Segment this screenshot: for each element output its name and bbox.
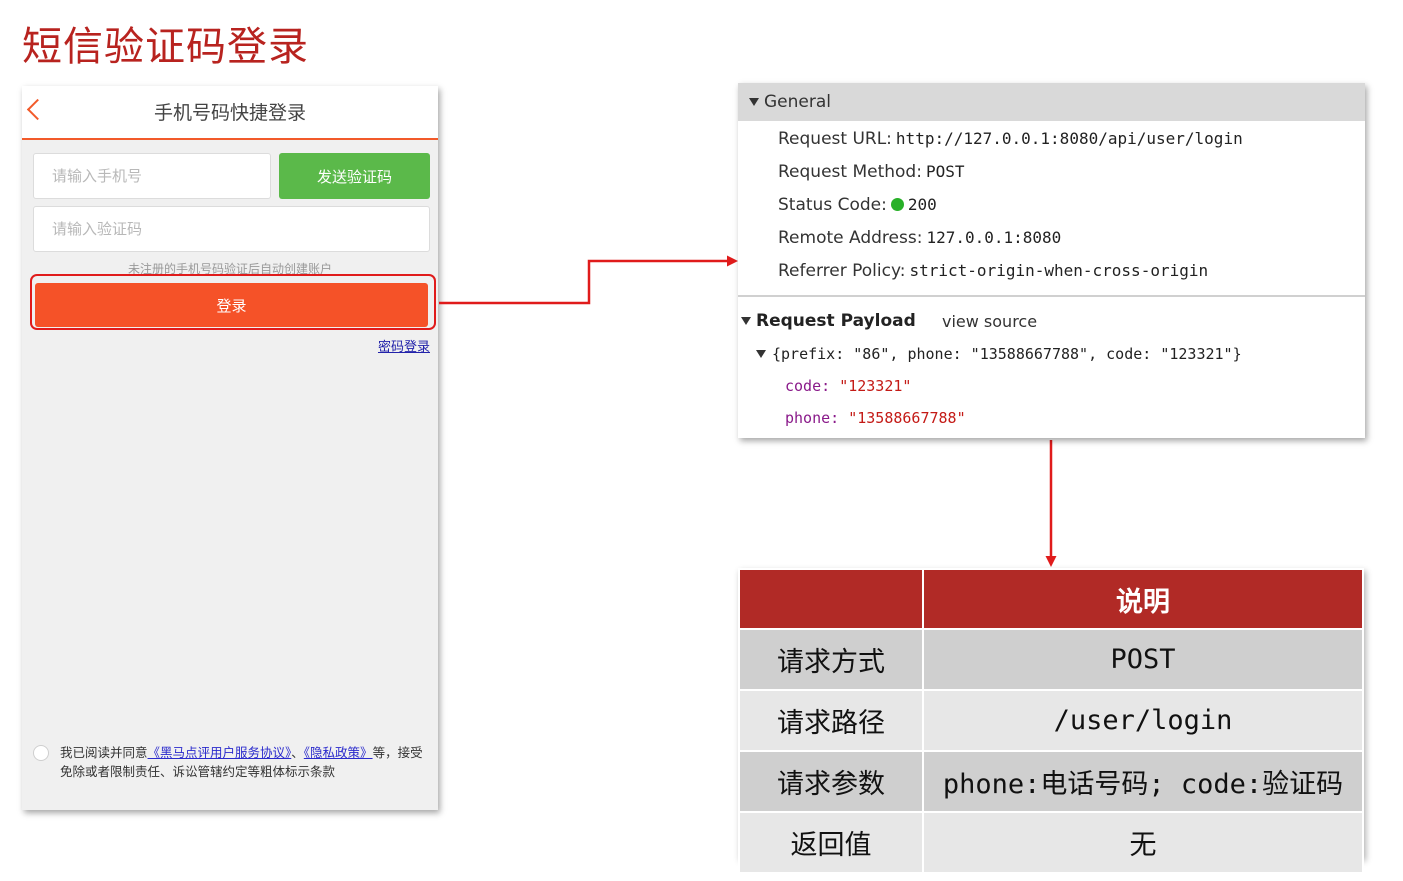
- json-collapse-triangle-icon[interactable]: [756, 350, 766, 358]
- table-row-label: 返回值: [738, 811, 924, 874]
- table-row-label: 请求路径: [738, 689, 924, 752]
- status-code-value: 200: [907, 195, 937, 214]
- table-row: 请求参数 phone:电话号码; code:验证码: [738, 750, 1364, 813]
- table-row-label: 请求参数: [738, 750, 924, 813]
- table-row-label: 请求方式: [738, 628, 924, 691]
- request-payload-label: Request Payload: [756, 311, 916, 331]
- payload-json-summary: {prefix: "86", phone: "13588667788", cod…: [772, 345, 1242, 363]
- login-to-request-arrowhead: [727, 255, 738, 267]
- table-header-blank: [738, 568, 924, 630]
- referrer-policy-key: Referrer Policy:: [778, 261, 906, 281]
- remote-address-value: 127.0.0.1:8080: [926, 228, 1062, 247]
- table-header-description: 说明: [922, 568, 1364, 630]
- payload-code-value: "123321": [839, 377, 912, 395]
- status-code-key: Status Code:: [778, 195, 887, 215]
- payload-code-key: code:: [785, 377, 831, 395]
- payload-field-phone: phone: "13588667788": [785, 409, 966, 427]
- remote-address-key: Remote Address:: [778, 228, 923, 248]
- payload-phone-value: "13588667788": [848, 409, 966, 427]
- payload-collapse-triangle-icon[interactable]: [741, 317, 751, 325]
- section-divider: [738, 295, 1365, 297]
- request-to-table-arrowhead: [1045, 556, 1057, 567]
- api-explanation-table: 说明 请求方式 POST 请求路径 /user/login 请求参数 phone…: [738, 568, 1364, 874]
- referrer-policy-row: Referrer Policy: strict-origin-when-cross…: [778, 261, 1208, 281]
- request-url-row: Request URL: http://127.0.0.1:8080/api/us…: [778, 129, 1243, 149]
- payload-field-code: code: "123321": [785, 377, 911, 395]
- referrer-policy-value: strict-origin-when-cross-origin: [909, 261, 1209, 280]
- request-url-key: Request URL:: [778, 129, 892, 149]
- request-method-row: Request Method: POST: [778, 162, 964, 182]
- devtools-request-panel: General Request URL: http://127.0.0.1:808…: [738, 83, 1365, 438]
- view-source-link[interactable]: view source: [942, 312, 1037, 331]
- request-method-value: POST: [925, 162, 965, 181]
- remote-address-row: Remote Address: 127.0.0.1:8080: [778, 228, 1061, 248]
- table-row: 返回值 无: [738, 811, 1364, 874]
- general-section-header[interactable]: General: [738, 83, 1365, 121]
- status-code-row: Status Code: 200: [778, 195, 937, 215]
- table-row: 请求方式 POST: [738, 628, 1364, 691]
- request-url-value: http://127.0.0.1:8080/api/user/login: [895, 129, 1243, 148]
- collapse-triangle-icon[interactable]: [749, 98, 759, 106]
- table-row: 请求路径 /user/login: [738, 689, 1364, 752]
- table-row-value: POST: [922, 628, 1364, 691]
- status-ok-dot-icon: [890, 198, 904, 211]
- table-row-value: /user/login: [922, 689, 1364, 752]
- request-method-key: Request Method:: [778, 162, 922, 182]
- general-label: General: [764, 92, 831, 112]
- table-row-value: phone:电话号码; code:验证码: [922, 750, 1364, 813]
- table-row-value: 无: [922, 811, 1364, 874]
- table-header-row: 说明: [738, 568, 1364, 630]
- login-to-request-arrow: [439, 259, 728, 305]
- payload-phone-key: phone:: [785, 409, 840, 427]
